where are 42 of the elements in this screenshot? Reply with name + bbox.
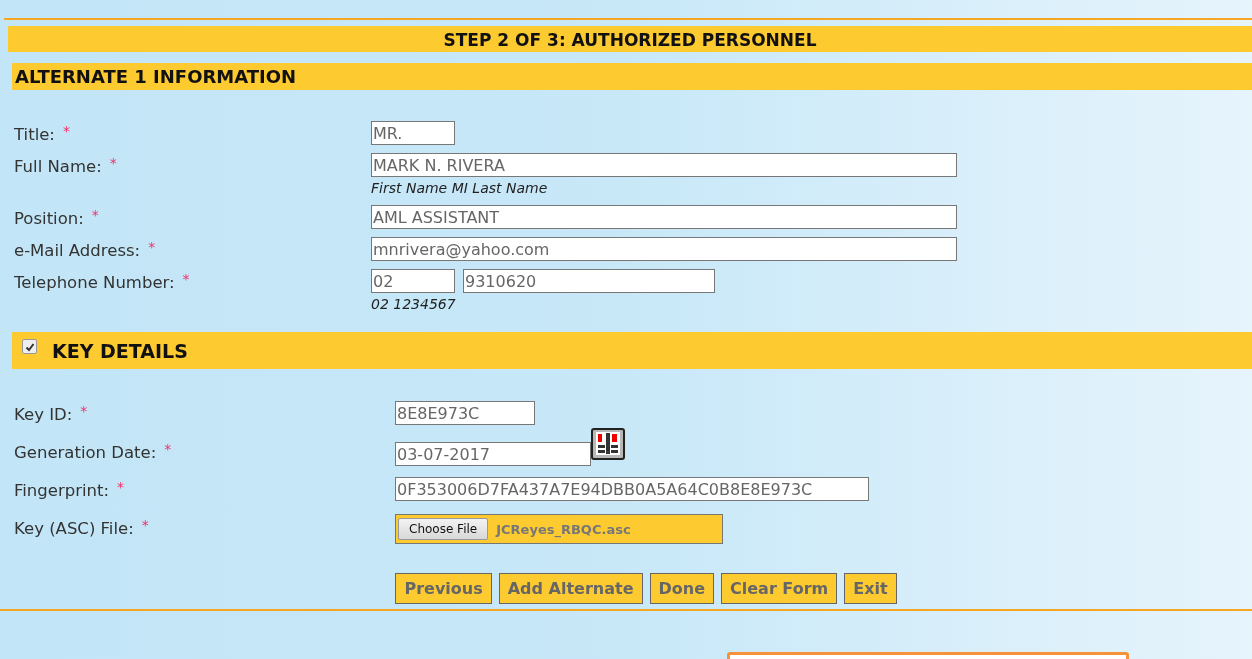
section-title: KEY DETAILS <box>51 339 188 362</box>
input-field[interactable]: 02 <box>371 269 455 293</box>
required-mark: * <box>109 154 117 171</box>
form-button[interactable]: Add Alternate <box>498 573 643 604</box>
field-label: Fingerprint: <box>14 480 110 500</box>
required-mark: * <box>148 238 156 255</box>
input-field[interactable]: 0F353006D7FA437A7E94DBB0A5A64C0B8E8E973C <box>395 477 869 501</box>
form-button[interactable]: Done <box>649 573 715 604</box>
input-field[interactable]: AML ASSISTANT <box>371 205 957 229</box>
form-button[interactable]: Clear Form <box>721 573 838 604</box>
required-mark: * <box>62 122 70 139</box>
required-mark: * <box>164 440 172 457</box>
form-button[interactable]: Exit <box>844 573 897 604</box>
input-field[interactable]: MARK N. RIVERA <box>371 153 957 177</box>
section-title: ALTERNATE 1 INFORMATION <box>14 66 297 87</box>
form-button[interactable]: Previous <box>395 573 492 604</box>
input-field[interactable]: 03-07-2017 <box>395 442 591 466</box>
field-label: Key ID: <box>14 404 73 424</box>
required-mark: * <box>91 206 99 223</box>
field-label: Telephone Number: <box>14 272 175 292</box>
required-mark: * <box>141 516 149 533</box>
field-label: Generation Date: <box>14 442 157 462</box>
input-field[interactable]: MR. <box>371 121 455 145</box>
file-input[interactable]: Choose File JCReyes_RBQC.asc <box>395 514 723 544</box>
calendar-icon[interactable] <box>591 428 625 460</box>
field-hint: 02 1234567 <box>371 296 457 312</box>
required-mark: * <box>117 478 125 495</box>
field-label: Title: <box>14 124 55 144</box>
field-hint: First Name MI Last Name <box>371 180 549 196</box>
section-checkbox[interactable] <box>22 339 37 354</box>
input-field[interactable]: 8E8E973C <box>395 401 535 425</box>
field-label: Full Name: <box>14 156 102 176</box>
step-title: STEP 2 OF 3: AUTHORIZED PERSONNEL <box>8 26 1252 52</box>
field-label: e-Mail Address: <box>14 240 141 260</box>
input-field[interactable]: mnrivera@yahoo.com <box>371 237 957 261</box>
required-mark: * <box>182 270 190 287</box>
field-label: Position: <box>14 208 84 228</box>
file-name: JCReyes_RBQC.asc <box>496 521 631 537</box>
field-label: Key (ASC) File: <box>14 518 134 538</box>
choose-file-button[interactable]: Choose File <box>398 518 489 540</box>
required-mark: * <box>80 402 88 419</box>
input-field[interactable]: 9310620 <box>463 269 715 293</box>
